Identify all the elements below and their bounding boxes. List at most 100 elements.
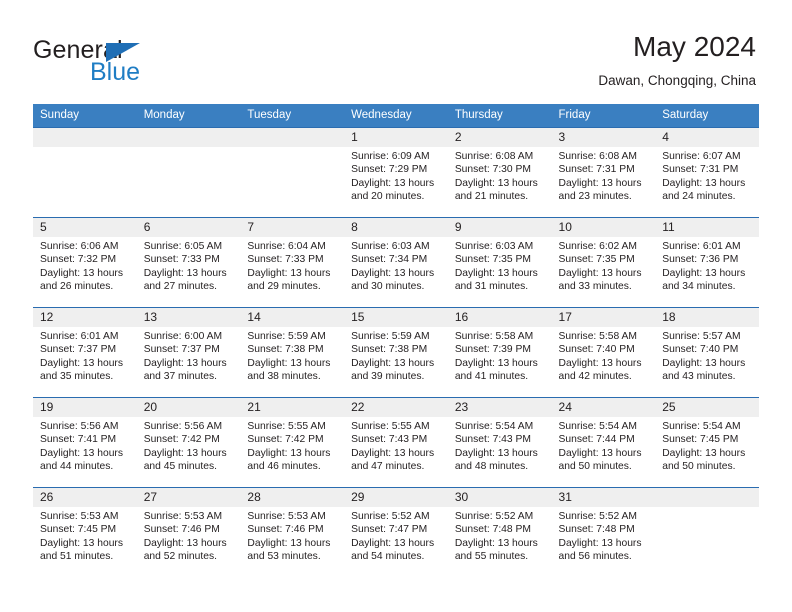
sunset-text: Sunset: 7:46 PM: [247, 524, 324, 536]
day-cell[interactable]: 22 Sunrise: 5:55 AM Sunset: 7:43 PM Dayligh…: [344, 398, 448, 487]
daylight-text-line2: and 23 minutes.: [558, 191, 632, 203]
sunset-text: Sunset: 7:41 PM: [40, 434, 117, 446]
day-cell[interactable]: 5 Sunrise: 6:06 AM Sunset: 7:32 PM Daylight…: [33, 218, 137, 307]
day-details: Sunrise: 5:55 AM Sunset: 7:42 PM Daylight:…: [240, 417, 344, 474]
day-details: Sunrise: 5:59 AM Sunset: 7:38 PM Daylight:…: [240, 327, 344, 384]
day-cell[interactable]: 2 Sunrise: 6:08 AM Sunset: 7:30 PM Daylight…: [447, 128, 552, 217]
day-details: Sunrise: 5:59 AM Sunset: 7:38 PM Daylight:…: [344, 327, 448, 384]
daylight-text-line1: Daylight: 13 hours: [143, 267, 227, 279]
daylight-text-line2: and 21 minutes.: [454, 191, 529, 203]
daylight-text-line2: and 38 minutes.: [247, 371, 321, 383]
day-number: [136, 128, 241, 147]
daylight-text-line2: and 31 minutes.: [454, 281, 529, 293]
day-cell[interactable]: 26 Sunrise: 5:53 AM Sunset: 7:45 PM Dayligh…: [33, 488, 137, 577]
weekday-header-thursday: Thursday: [454, 109, 503, 121]
day-cell[interactable]: 24 Sunrise: 5:54 AM Sunset: 7:44 PM Dayligh…: [551, 398, 656, 487]
day-cell[interactable]: 9 Sunrise: 6:03 AM Sunset: 7:35 PM Daylight…: [447, 218, 552, 307]
day-number: 25: [655, 398, 759, 417]
day-number: 19: [33, 398, 137, 417]
page-title: May 2024: [633, 31, 756, 62]
sunrise-text: Sunrise: 5:53 AM: [143, 511, 223, 522]
day-cell[interactable]: 17 Sunrise: 5:58 AM Sunset: 7:40 PM Dayligh…: [551, 308, 656, 397]
day-cell[interactable]: 16 Sunrise: 5:58 AM Sunset: 7:39 PM Dayligh…: [447, 308, 552, 397]
day-details: Sunrise: 5:52 AM Sunset: 7:48 PM Daylight:…: [448, 507, 552, 564]
daylight-text-line2: and 46 minutes.: [247, 461, 321, 473]
day-cell[interactable]: 28 Sunrise: 5:53 AM Sunset: 7:46 PM Dayligh…: [240, 488, 345, 577]
day-details: Sunrise: 5:57 AM Sunset: 7:40 PM Daylight:…: [655, 327, 759, 384]
day-cell[interactable]: 27 Sunrise: 5:53 AM Sunset: 7:46 PM Dayligh…: [136, 488, 241, 577]
day-cell[interactable]: 20 Sunrise: 5:56 AM Sunset: 7:42 PM Dayligh…: [136, 398, 241, 487]
sunset-text: Sunset: 7:45 PM: [40, 524, 117, 536]
day-cell[interactable]: 12 Sunrise: 6:01 AM Sunset: 7:37 PM Dayligh…: [33, 308, 137, 397]
sunrise-text: Sunrise: 5:58 AM: [454, 331, 534, 342]
daylight-text-line1: Daylight: 13 hours: [454, 357, 538, 369]
sunset-text: Sunset: 7:37 PM: [40, 344, 117, 356]
day-number: 11: [655, 218, 759, 237]
day-cell[interactable]: 23 Sunrise: 5:54 AM Sunset: 7:43 PM Dayligh…: [447, 398, 552, 487]
day-cell[interactable]: 6 Sunrise: 6:05 AM Sunset: 7:33 PM Daylight…: [136, 218, 241, 307]
day-number: 12: [33, 308, 137, 327]
day-cell[interactable]: 4 Sunrise: 6:07 AM Sunset: 7:31 PM Daylight…: [655, 128, 759, 217]
daylight-text-line1: Daylight: 13 hours: [143, 357, 227, 369]
sunset-text: Sunset: 7:34 PM: [351, 254, 428, 266]
general-blue-logo[interactable]: General Blue: [33, 36, 253, 86]
day-cell[interactable]: 1 Sunrise: 6:09 AM Sunset: 7:29 PM Daylight…: [344, 128, 448, 217]
sunrise-text: Sunrise: 5:56 AM: [143, 421, 223, 432]
sunset-text: Sunset: 7:33 PM: [247, 254, 324, 266]
page-header: General Blue May 2024 Dawan, Chongqing, …: [0, 0, 792, 104]
sunset-text: Sunset: 7:36 PM: [662, 254, 739, 266]
daylight-text-line2: and 51 minutes.: [40, 551, 114, 563]
day-cell-empty: [33, 128, 137, 217]
day-number: 17: [551, 308, 656, 327]
day-number: 24: [551, 398, 656, 417]
day-cell[interactable]: 10 Sunrise: 6:02 AM Sunset: 7:35 PM Dayligh…: [551, 218, 656, 307]
day-number: [33, 128, 137, 147]
daylight-text-line1: Daylight: 13 hours: [558, 177, 642, 189]
day-cell[interactable]: 25 Sunrise: 5:54 AM Sunset: 7:45 PM Dayligh…: [655, 398, 759, 487]
daylight-text-line2: and 53 minutes.: [247, 551, 321, 563]
sunrise-text: Sunrise: 5:57 AM: [662, 331, 741, 342]
daylight-text-line1: Daylight: 13 hours: [662, 357, 746, 369]
day-details: Sunrise: 6:07 AM Sunset: 7:31 PM Daylight:…: [655, 147, 759, 204]
weekday-header-friday: Friday: [558, 109, 591, 121]
sunset-text: Sunset: 7:42 PM: [143, 434, 220, 446]
day-details: Sunrise: 6:00 AM Sunset: 7:37 PM Daylight:…: [137, 327, 241, 384]
day-number: 13: [136, 308, 241, 327]
daylight-text-line1: Daylight: 13 hours: [247, 447, 331, 459]
day-cell[interactable]: 21 Sunrise: 5:55 AM Sunset: 7:42 PM Dayligh…: [240, 398, 345, 487]
sunset-text: Sunset: 7:38 PM: [247, 344, 324, 356]
day-details: Sunrise: 5:54 AM Sunset: 7:44 PM Daylight:…: [552, 417, 656, 474]
day-cell[interactable]: 29 Sunrise: 5:52 AM Sunset: 7:47 PM Dayligh…: [344, 488, 448, 577]
day-number: 3: [551, 128, 656, 147]
day-number: 23: [447, 398, 552, 417]
sunrise-text: Sunrise: 5:52 AM: [351, 511, 430, 522]
daylight-text-line1: Daylight: 13 hours: [247, 537, 331, 549]
day-cell[interactable]: 7 Sunrise: 6:04 AM Sunset: 7:33 PM Daylight…: [240, 218, 345, 307]
day-cell[interactable]: 13 Sunrise: 6:00 AM Sunset: 7:37 PM Dayligh…: [136, 308, 241, 397]
day-cell[interactable]: 3 Sunrise: 6:08 AM Sunset: 7:31 PM Daylight…: [551, 128, 656, 217]
sunset-text: Sunset: 7:45 PM: [662, 434, 739, 446]
sunrise-text: Sunrise: 5:53 AM: [247, 511, 326, 522]
sunrise-text: Sunrise: 5:52 AM: [454, 511, 534, 522]
day-cell[interactable]: 14 Sunrise: 5:59 AM Sunset: 7:38 PM Dayligh…: [240, 308, 345, 397]
day-number: [240, 128, 345, 147]
sunset-text: Sunset: 7:43 PM: [454, 434, 531, 446]
day-cell[interactable]: 19 Sunrise: 5:56 AM Sunset: 7:41 PM Dayligh…: [33, 398, 137, 487]
day-cell[interactable]: 8 Sunrise: 6:03 AM Sunset: 7:34 PM Daylight…: [344, 218, 448, 307]
day-details: Sunrise: 5:54 AM Sunset: 7:45 PM Daylight:…: [655, 417, 759, 474]
day-cell[interactable]: 18 Sunrise: 5:57 AM Sunset: 7:40 PM Dayligh…: [655, 308, 759, 397]
day-cell[interactable]: 30 Sunrise: 5:52 AM Sunset: 7:48 PM Dayligh…: [447, 488, 552, 577]
day-number: 14: [240, 308, 345, 327]
weekday-header-row: Sunday Monday Tuesday Wednesday Thursday…: [33, 104, 759, 127]
day-details: Sunrise: 6:06 AM Sunset: 7:32 PM Daylight:…: [33, 237, 137, 294]
sunrise-text: Sunrise: 5:56 AM: [40, 421, 119, 432]
day-cell[interactable]: 11 Sunrise: 6:01 AM Sunset: 7:36 PM Dayligh…: [655, 218, 759, 307]
day-cell[interactable]: 15 Sunrise: 5:59 AM Sunset: 7:38 PM Dayligh…: [344, 308, 448, 397]
day-details: Sunrise: 6:08 AM Sunset: 7:30 PM Daylight:…: [448, 147, 552, 204]
day-cell[interactable]: 31 Sunrise: 5:52 AM Sunset: 7:48 PM Dayligh…: [551, 488, 656, 577]
day-details: Sunrise: 5:58 AM Sunset: 7:40 PM Daylight:…: [552, 327, 656, 384]
sunrise-text: Sunrise: 6:06 AM: [40, 241, 119, 252]
day-number: 29: [344, 488, 448, 507]
day-details: Sunrise: 6:09 AM Sunset: 7:29 PM Daylight:…: [344, 147, 448, 204]
sunset-text: Sunset: 7:47 PM: [351, 524, 428, 536]
